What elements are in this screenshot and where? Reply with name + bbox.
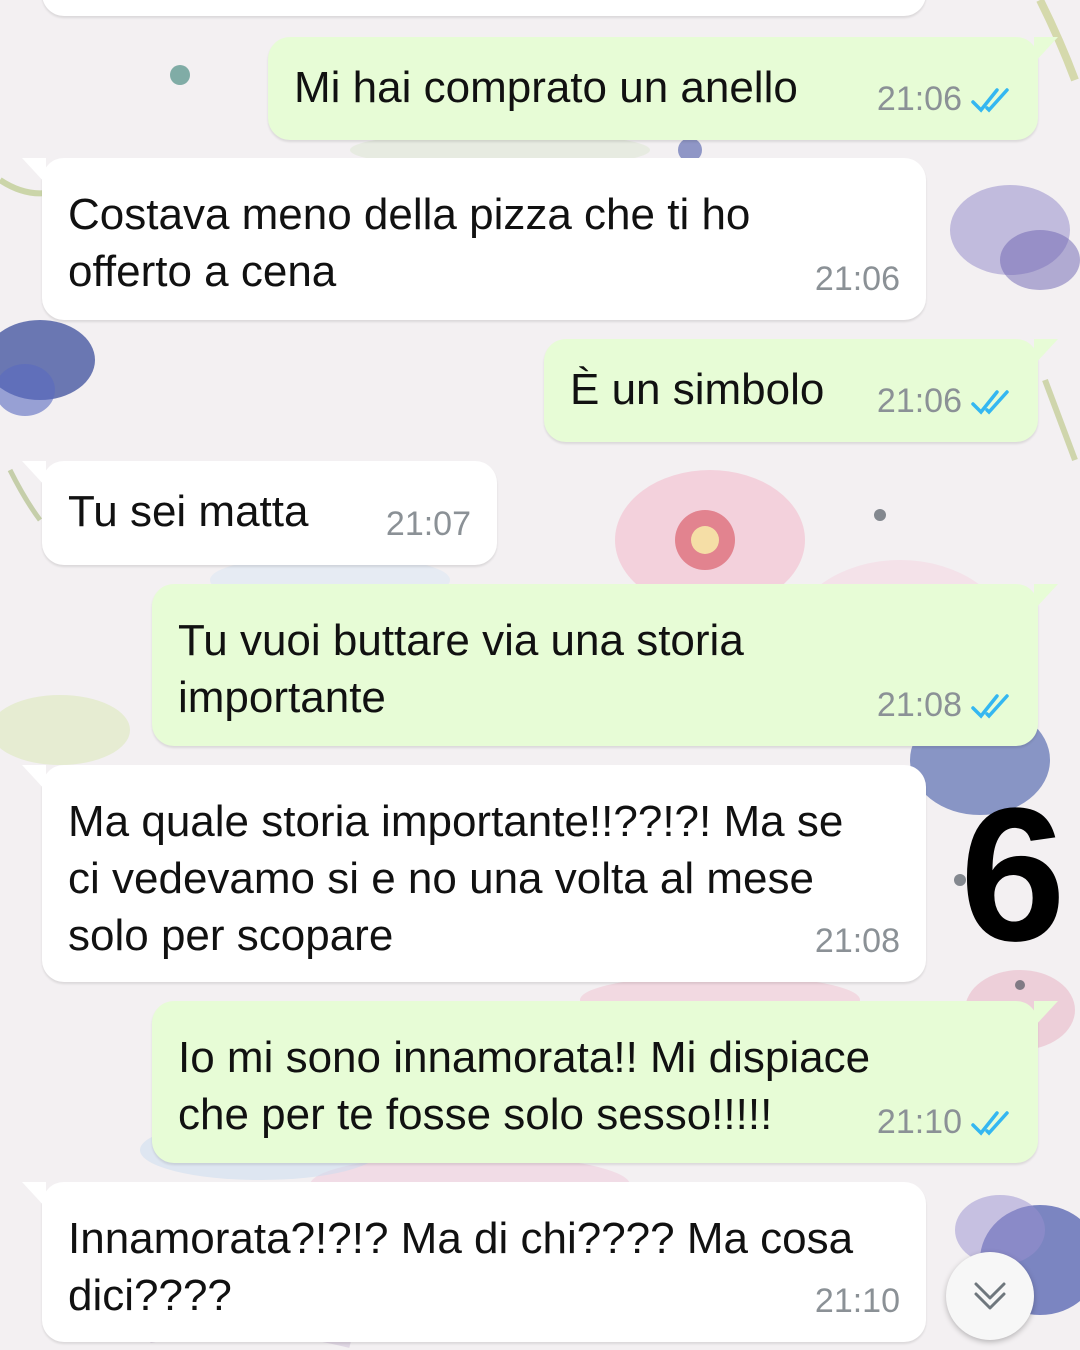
scroll-to-bottom-button[interactable] <box>946 1252 1034 1340</box>
double-check-icon <box>970 83 1016 117</box>
message-bubble-incoming[interactable]: Costava meno della pizza che ti ho offer… <box>22 158 926 320</box>
message-time: 21:10 <box>814 1282 900 1320</box>
message-text: Mi hai comprato un anello <box>294 63 798 112</box>
double-check-icon <box>970 1106 1016 1140</box>
chevron-double-down-icon <box>974 1282 1006 1310</box>
message-meta: 21:08 <box>815 913 900 970</box>
message-text: Tu sei matta <box>68 487 309 536</box>
message-meta: 21:06 <box>877 373 1016 430</box>
message-text: È un simbolo <box>570 365 825 414</box>
message-bubble-incoming[interactable]: Innamorata?!?!? Ma di chi???? Ma cosa di… <box>22 1182 926 1342</box>
message-bubble-outgoing[interactable]: Io mi sono innamorata!! Mi dispiace che … <box>152 1001 1058 1163</box>
message-bubble-outgoing[interactable]: Tu vuoi buttare via una storia important… <box>152 584 1058 746</box>
message-meta: 21:06 <box>877 71 1016 128</box>
double-check-icon <box>970 385 1016 419</box>
message-meta: 21:10 <box>877 1094 1016 1151</box>
message-time: 21:06 <box>814 260 900 298</box>
message-meta: 21:10 <box>815 1273 900 1330</box>
message-time: 21:08 <box>814 922 900 960</box>
message-text: Innamorata?!?!? Ma di chi???? Ma cosa di… <box>68 1214 854 1320</box>
message-text: Io mi sono innamorata!! Mi dispiace che … <box>178 1033 871 1139</box>
message-bubble-incoming[interactable]: Tu sei matta 21:07 <box>22 461 497 565</box>
message-time: 21:06 <box>876 80 962 118</box>
message-meta: 21:07 <box>386 496 471 553</box>
message-time: 21:10 <box>876 1103 962 1141</box>
double-check-icon <box>970 689 1016 723</box>
chat-message-list[interactable]: Mi hai comprato un anello 21:06 Costava … <box>0 0 1080 1350</box>
page-number-overlay: 6 <box>960 769 1066 981</box>
message-time: 21:06 <box>876 382 962 420</box>
message-bubble-incoming[interactable]: Ma quale storia importante!!??!?! Ma se … <box>22 765 926 982</box>
previous-message-partial <box>42 0 926 16</box>
message-time: 21:08 <box>876 686 962 724</box>
message-text: Tu vuoi buttare via una storia important… <box>178 616 744 722</box>
message-bubble-outgoing[interactable]: Mi hai comprato un anello 21:06 <box>268 37 1058 140</box>
message-time: 21:07 <box>385 505 471 543</box>
message-meta: 21:06 <box>815 251 900 308</box>
message-bubble-outgoing[interactable]: È un simbolo 21:06 <box>544 339 1058 442</box>
message-text: Costava meno della pizza che ti ho offer… <box>68 190 751 296</box>
message-text: Ma quale storia importante!!??!?! Ma se … <box>68 797 844 960</box>
message-meta: 21:08 <box>877 677 1016 734</box>
